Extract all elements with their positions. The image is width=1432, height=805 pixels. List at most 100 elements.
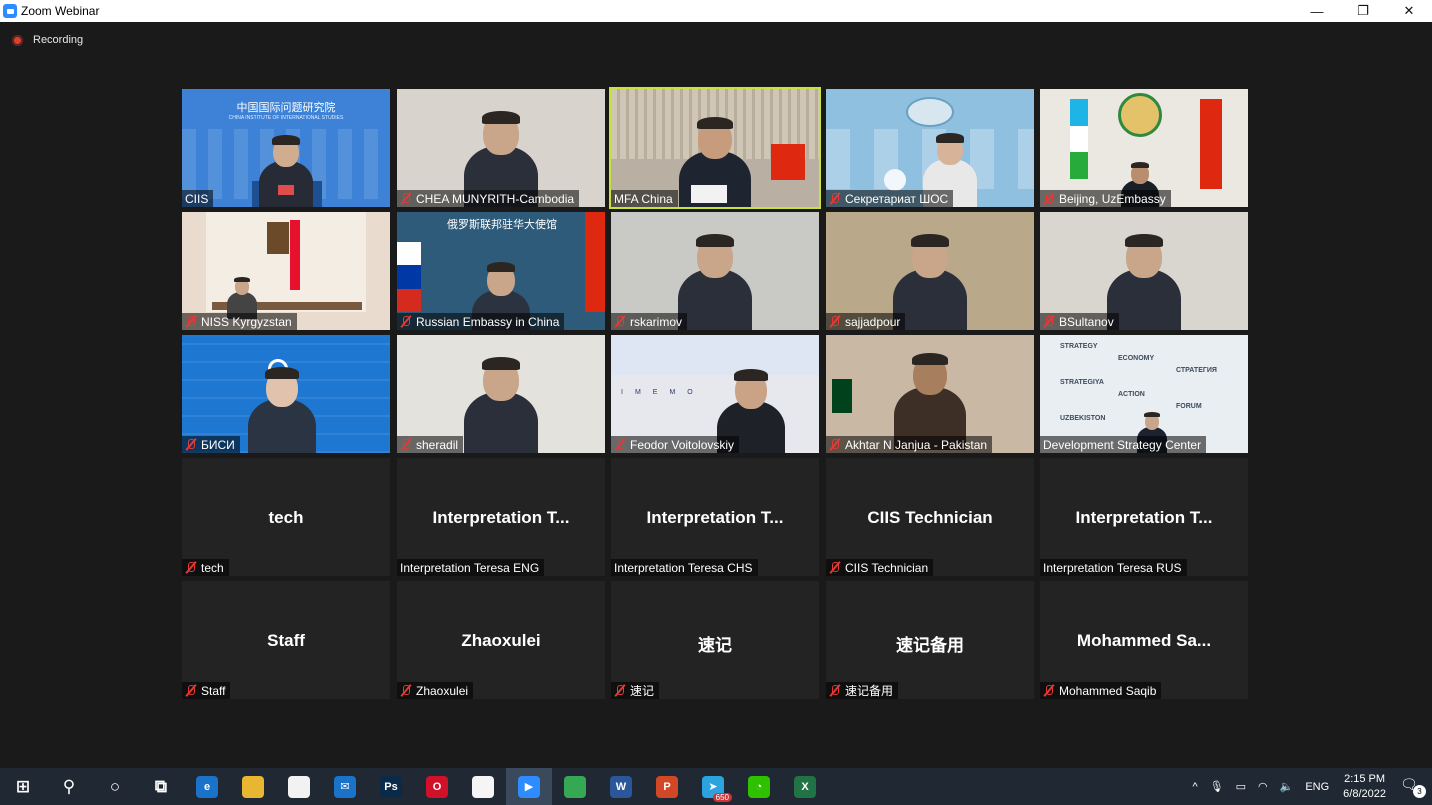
taskbar-button[interactable]: W — [598, 768, 644, 805]
wifi-icon[interactable]: ◠ — [1258, 780, 1268, 793]
clock[interactable]: 2:15 PM 6/8/2022 — [1343, 772, 1386, 802]
participant-display-name: Interpretation T... — [432, 508, 570, 527]
taskbar-button[interactable]: ◔ — [736, 768, 782, 805]
minimize-button[interactable]: — — [1294, 0, 1340, 22]
taskbar-button[interactable]: Ps — [368, 768, 414, 805]
participant-tile[interactable]: Staff Staff — [182, 581, 390, 699]
participant-tile[interactable]: 俄罗斯联邦驻华大使馆 Russian Embassy in China — [397, 212, 605, 330]
participant-tile[interactable]: Zhaoxulei Zhaoxulei — [397, 581, 605, 699]
participant-nameplate: tech — [182, 559, 229, 576]
dsc-word-text: UZBEKISTON — [1060, 415, 1106, 422]
participant-nameplate: Development Strategy Center — [1040, 436, 1207, 453]
taskbar-button[interactable]: X — [782, 768, 828, 805]
participant-tile[interactable]: Interpretation T... Interpretation Teresa… — [1040, 458, 1248, 576]
participant-display-name: 速记 — [698, 636, 732, 655]
system-tray: ^ 🎙 ▭ ◠ 🔈 ENG 2:15 PM 6/8/2022 🗨 3 — [1186, 768, 1432, 805]
dsc-word-text: STRATEGIYA — [1060, 379, 1104, 386]
participant-nameplate: 速记 — [611, 682, 660, 699]
participant-tile[interactable]: CHEA MUNYRITH-Cambodia — [397, 89, 605, 207]
participant-tile[interactable]: Interpretation T... Interpretation Teresa… — [397, 458, 605, 576]
participant-tile[interactable]: IMEMO Feodor Voitolovskiy — [611, 335, 819, 453]
participant-tile[interactable]: sajjadpour — [826, 212, 1034, 330]
participant-nameplate: MFA China — [611, 190, 678, 207]
flag-stripe — [290, 220, 300, 290]
participant-name: CHEA MUNYRITH-Cambodia — [416, 191, 575, 206]
recording-indicator[interactable]: Recording — [12, 34, 83, 46]
taskbar-button[interactable]: e — [184, 768, 230, 805]
flag-icon — [1200, 99, 1222, 189]
file-explorer-icon — [242, 775, 264, 798]
taskbar-button[interactable]: P — [644, 768, 690, 805]
maximize-button[interactable]: ❐ — [1340, 0, 1386, 22]
muted-mic-icon — [400, 315, 412, 328]
participant-tile[interactable]: 速记备用 速记备用 — [826, 581, 1034, 699]
dsc-word-text: ECONOMY — [1118, 355, 1155, 362]
participant-tile[interactable]: 中国国际问题研究院 CHINA INSTITUTE OF INTERNATIONA… — [182, 89, 390, 207]
participant-tile[interactable]: Секретариат ШОС — [826, 89, 1034, 207]
participant-tile[interactable]: CIIS Technician CIIS Technician — [826, 458, 1034, 576]
taskbar-button[interactable]: ➤ 650 — [690, 768, 736, 805]
muted-mic-icon — [400, 684, 412, 697]
participant-tile[interactable]: Akhtar N Janjua - Pakistan — [826, 335, 1034, 453]
clock-date: 6/8/2022 — [1343, 787, 1386, 800]
participant-display-name: Interpretation T... — [646, 508, 784, 527]
participant-tile[interactable]: 速记 速记 — [611, 581, 819, 699]
participant-tile[interactable]: rskarimov — [611, 212, 819, 330]
person-hair — [1130, 161, 1150, 169]
participant-tile[interactable]: Mohammed Sa... Mohammed Saqib — [1040, 581, 1248, 699]
mail-icon: ✉ — [334, 775, 356, 798]
close-button[interactable]: ✕ — [1386, 0, 1432, 22]
taskbar-button[interactable]: ○ — [92, 768, 138, 805]
participant-tile[interactable]: sheradil — [397, 335, 605, 453]
taskbar-button[interactable]: ▶ — [506, 768, 552, 805]
participant-name: Development Strategy Center — [1043, 437, 1202, 452]
dsc-word-text: STRATEGY — [1060, 343, 1098, 350]
ciis-logo-text: 中国国际问题研究院 — [236, 102, 336, 114]
participant-display-name: tech — [268, 508, 304, 527]
taskbar-button[interactable] — [276, 768, 322, 805]
participant-tile[interactable]: MFA China — [609, 87, 821, 209]
microphone-icon[interactable]: 🎙 — [1210, 780, 1224, 793]
uz-emblem-icon — [1118, 93, 1162, 137]
taskbar-button[interactable]: ⊞ — [0, 768, 46, 805]
wechat-icon: ◔ — [748, 775, 770, 798]
participant-tile[interactable]: Beijing, UzEmbassy — [1040, 89, 1248, 207]
language-indicator[interactable]: ENG — [1305, 781, 1329, 793]
tray-chevron-icon[interactable]: ^ — [1192, 781, 1197, 793]
participant-display-name: Zhaoxulei — [461, 631, 541, 650]
person-body — [248, 399, 316, 453]
taskbar-button[interactable]: ⧉ — [138, 768, 184, 805]
participant-name: Interpretation Teresa ENG — [400, 560, 540, 575]
flag-stripe — [397, 242, 421, 266]
participant-tile[interactable]: Interpretation T... Interpretation Teresa… — [611, 458, 819, 576]
taskbar-button[interactable]: ✉ — [322, 768, 368, 805]
volume-icon[interactable]: 🔈 — [1280, 780, 1294, 793]
participant-tile[interactable]: БИСИ — [182, 335, 390, 453]
person-hair — [734, 369, 768, 381]
muted-mic-icon — [1043, 315, 1055, 328]
participant-nameplate: rskarimov — [611, 313, 688, 330]
participant-tile[interactable]: NISS Kyrgyzstan — [182, 212, 390, 330]
zoom-icon: ▶ — [518, 775, 540, 798]
unread-badge: 650 — [712, 793, 732, 802]
taskbar-apps: ⊞ ⚲ ○ ⧉ e ✉ Ps O ▶ W P ➤ 650 ◔ X — [0, 768, 828, 805]
participant-tile[interactable]: tech tech — [182, 458, 390, 576]
sco-emblem-icon — [906, 97, 954, 127]
battery-icon[interactable]: ▭ — [1236, 780, 1246, 793]
participant-tile[interactable]: STRATEGY ECONOMY СТРАТЕГИЯ STRATEGIYA ACTION… — [1040, 335, 1248, 453]
participant-nameplate: Staff — [182, 682, 231, 699]
taskbar-button[interactable] — [552, 768, 598, 805]
participant-tile[interactable]: BSultanov — [1040, 212, 1248, 330]
flag-icon — [771, 144, 805, 180]
participant-name: tech — [201, 560, 224, 575]
ciis-logo-subtitle: CHINA INSTITUTE OF INTERNATIONAL STUDIES — [228, 115, 344, 121]
taskbar-button[interactable] — [230, 768, 276, 805]
taskbar-button[interactable] — [460, 768, 506, 805]
taskbar-button[interactable]: ⚲ — [46, 768, 92, 805]
notification-center-icon[interactable]: 🗨 3 — [1400, 776, 1426, 798]
participant-name: MFA China — [614, 191, 673, 206]
taskbar-button[interactable]: O — [414, 768, 460, 805]
person-hair — [265, 367, 299, 379]
flag-stripe — [397, 265, 421, 289]
person-hair — [234, 277, 250, 283]
